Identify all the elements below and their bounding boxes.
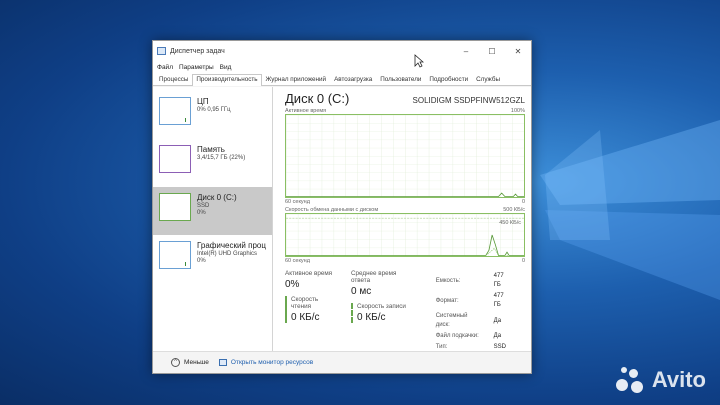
disk-properties: Емкость: 477 ГБ Формат: 477 ГБ Системный д…: [434, 270, 525, 354]
menu-bar: Файл Параметры Вид: [153, 61, 531, 73]
property-label: Емкость:: [435, 277, 461, 284]
property-value: Да: [493, 317, 502, 324]
tab-bar: Процессы Производительность Журнал прило…: [153, 73, 531, 86]
page-title: Диск 0 (C:): [285, 91, 350, 106]
sidebar-item-detail: Intel(R) UHD Graphics: [197, 251, 258, 257]
sidebar-item-usage: 0%: [197, 210, 206, 216]
graph2-duration: 60 секунд: [285, 258, 310, 264]
sidebar-item-label: Память: [197, 145, 225, 154]
tab-services[interactable]: Службы: [472, 74, 504, 85]
tab-app-history[interactable]: Журнал приложений: [262, 74, 331, 85]
write-speed-value: 0 КБ/с: [356, 312, 386, 323]
gpu-thumbnail-graph: [159, 241, 191, 269]
mouse-cursor-icon: [414, 54, 424, 68]
response-time-value: 0 мс: [350, 286, 372, 297]
read-speed-value: 0 КБ/с: [291, 312, 320, 323]
disk-thumbnail-graph: [159, 193, 191, 221]
tab-processes[interactable]: Процессы: [155, 74, 192, 85]
task-manager-window: Диспетчер задач – ☐ ✕ Файл Параметры Вид…: [152, 40, 532, 374]
active-time-graph: [285, 114, 525, 198]
graph1-duration: 60 секунд: [285, 199, 310, 205]
footer-bar: ^ Меньше Открыть монитор ресурсов: [153, 351, 531, 373]
fewer-details-button[interactable]: Меньше: [184, 359, 209, 366]
avito-watermark: Avito: [615, 367, 706, 393]
sidebar-item-gpu[interactable]: Графический проц Intel(R) UHD Graphics 0…: [153, 235, 272, 283]
title-bar: Диспетчер задач – ☐ ✕: [153, 41, 531, 61]
disk-model: SOLIDIGM SSDPFINW512GZL: [412, 96, 525, 105]
sidebar-item-disk[interactable]: Диск 0 (C:) SSD 0%: [153, 187, 272, 235]
sidebar-item-label: Графический проц: [197, 241, 266, 250]
tab-performance[interactable]: Производительность: [192, 74, 262, 86]
open-resource-monitor-link[interactable]: Открыть монитор ресурсов: [231, 359, 313, 366]
tab-details[interactable]: Подробности: [425, 74, 472, 85]
sidebar-item-detail: SSD: [197, 203, 210, 209]
avito-logo-icon: [615, 367, 646, 393]
property-label: Формат:: [435, 297, 459, 304]
sidebar-item-label: Диск 0 (C:): [197, 193, 237, 202]
sidebar-item-memory[interactable]: Память 3,4/15,7 ГБ (22%): [153, 139, 272, 187]
menu-file[interactable]: Файл: [157, 64, 173, 71]
property-value: 477 ГБ: [493, 293, 504, 308]
sidebar-item-detail: 0% 0,95 ГГц: [197, 107, 231, 113]
minimize-button[interactable]: –: [453, 47, 479, 56]
avito-watermark-text: Avito: [651, 367, 706, 392]
property-label: Системный диск:: [435, 313, 468, 328]
tab-startup[interactable]: Автозагрузка: [330, 74, 376, 85]
performance-content: ЦП 0% 0,95 ГГц Память 3,4/15,7 ГБ (22%) …: [153, 87, 531, 351]
resource-sidebar: ЦП 0% 0,95 ГГц Память 3,4/15,7 ГБ (22%) …: [153, 87, 273, 351]
menu-options[interactable]: Параметры: [179, 64, 214, 71]
sidebar-item-usage: 0%: [197, 258, 206, 264]
cpu-thumbnail-graph: [159, 97, 191, 125]
property-value: Да: [493, 333, 502, 339]
graph1-min: 0: [521, 199, 525, 205]
active-time-label: Активное время: [285, 270, 333, 277]
active-time-value: 0%: [285, 279, 300, 290]
property-value: 477 ГБ: [493, 273, 504, 288]
maximize-button[interactable]: ☐: [479, 47, 505, 56]
close-button[interactable]: ✕: [505, 47, 531, 56]
chevron-up-icon[interactable]: ^: [171, 358, 180, 367]
property-label: Файл подкачки:: [435, 333, 479, 339]
sidebar-item-cpu[interactable]: ЦП 0% 0,95 ГГц: [153, 91, 272, 139]
sidebar-item-detail: 3,4/15,7 ГБ (22%): [197, 155, 246, 161]
read-speed-label: Скорость чтения: [291, 296, 319, 310]
memory-thumbnail-graph: [159, 145, 191, 173]
disk-stats: Активное время 0% Скорость чтения 0 КБ/с…: [285, 270, 525, 354]
resource-monitor-icon: [218, 359, 227, 366]
task-manager-icon: [157, 47, 166, 55]
menu-view[interactable]: Вид: [220, 64, 232, 71]
tab-users[interactable]: Пользователи: [376, 74, 425, 85]
sidebar-item-label: ЦП: [197, 97, 209, 106]
response-time-label: Среднее время ответа: [350, 270, 397, 284]
graph2-marker: 450 КБ/с: [499, 220, 521, 226]
disk-detail-panel: Диск 0 (C:) SOLIDIGM SSDPFINW512GZL Акти…: [273, 87, 531, 351]
graph2-min: 0: [521, 258, 525, 264]
transfer-rate-graph: 450 КБ/с: [285, 213, 525, 257]
window-title: Диспетчер задач: [170, 47, 225, 55]
write-speed-label: Скорость записи: [356, 303, 406, 310]
